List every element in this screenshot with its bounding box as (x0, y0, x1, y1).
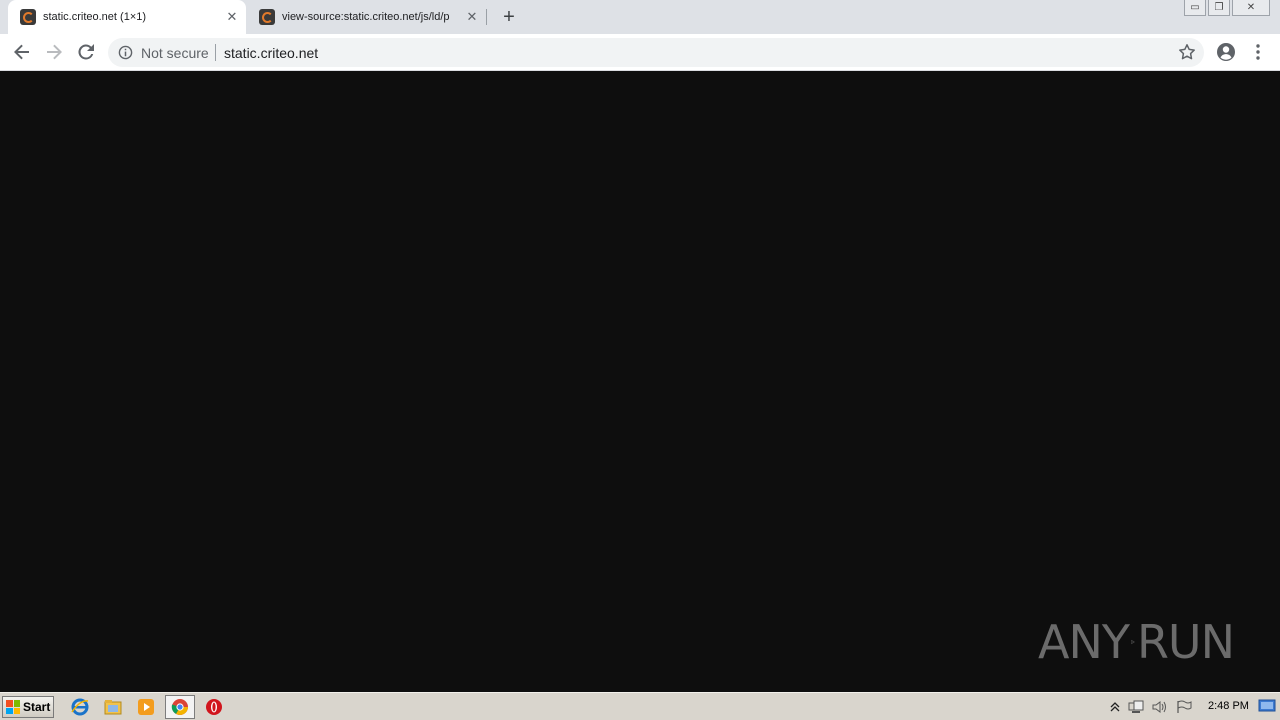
windows-logo-icon (6, 700, 20, 714)
new-tab-button[interactable]: + (499, 7, 519, 27)
tab-static-criteo[interactable]: static.criteo.net (1×1) ✕ (8, 0, 246, 34)
file-explorer-icon[interactable] (103, 697, 123, 717)
action-center-flag-icon[interactable] (1176, 700, 1192, 714)
url-text[interactable]: static.criteo.net (224, 45, 318, 61)
windows-taskbar: Start 2:48 PM (0, 692, 1280, 720)
taskbar-clock[interactable]: 2:48 PM (1208, 700, 1249, 712)
browser-toolbar: Not secure static.criteo.net (0, 34, 1280, 71)
site-favicon-icon (259, 9, 275, 25)
chrome-icon[interactable] (165, 695, 195, 719)
tab-title: static.criteo.net (1×1) (43, 11, 147, 23)
close-icon: ✕ (1246, 2, 1256, 13)
security-status-label[interactable]: Not secure (141, 45, 209, 61)
opera-icon[interactable] (204, 697, 224, 717)
network-icon[interactable] (1128, 700, 1144, 714)
tab-close-icon[interactable]: ✕ (464, 9, 480, 25)
minimize-button[interactable]: ▭ (1184, 0, 1206, 16)
forward-arrow-icon (47, 44, 62, 60)
reload-button[interactable] (74, 40, 98, 64)
back-button[interactable] (10, 40, 34, 64)
page-viewport: ANY RUN (0, 72, 1280, 690)
address-divider (215, 44, 216, 61)
show-hidden-icons-icon[interactable] (1110, 701, 1120, 713)
window-controls: ▭ ❐ ✕ (1184, 0, 1270, 16)
reload-icon (78, 44, 94, 60)
start-label: Start (23, 700, 51, 714)
tab-strip: static.criteo.net (1×1) ✕ view-source:st… (0, 0, 1280, 34)
show-desktop-icon[interactable] (1258, 698, 1276, 714)
system-tray (1106, 696, 1198, 718)
info-icon[interactable] (118, 45, 133, 60)
tab-view-source[interactable]: view-source:static.criteo.net/js/ld/p ✕ (250, 0, 486, 34)
minimize-icon: ▭ (1190, 2, 1200, 13)
tab-title: view-source:static.criteo.net/js/ld/p (282, 11, 450, 23)
restore-button[interactable]: ❐ (1208, 0, 1230, 16)
bookmark-star-icon[interactable] (1178, 43, 1196, 61)
address-bar[interactable]: Not secure static.criteo.net (108, 38, 1204, 67)
tab-close-icon[interactable]: ✕ (224, 9, 240, 25)
restore-icon: ❐ (1214, 2, 1224, 13)
forward-button[interactable] (42, 40, 66, 64)
profile-avatar-icon[interactable] (1215, 41, 1237, 63)
site-favicon-icon (20, 9, 36, 25)
tab-separator (486, 9, 487, 25)
menu-kebab-icon[interactable] (1248, 42, 1268, 62)
play-logo-icon (1131, 639, 1135, 645)
watermark-right-text: RUN (1136, 615, 1235, 669)
back-arrow-icon (14, 44, 29, 60)
start-button[interactable]: Start (2, 696, 54, 718)
watermark-left-text: ANY (1038, 615, 1130, 669)
volume-icon[interactable] (1152, 700, 1168, 714)
internet-explorer-icon[interactable] (70, 697, 90, 717)
anyrun-watermark: ANY RUN (1038, 609, 1235, 675)
close-window-button[interactable]: ✕ (1232, 0, 1270, 16)
media-player-icon[interactable] (136, 697, 156, 717)
